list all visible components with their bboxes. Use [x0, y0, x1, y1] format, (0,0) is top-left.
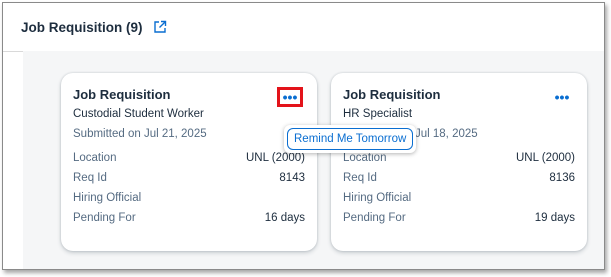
- field-row-pending-for: Pending For 19 days: [343, 212, 575, 228]
- card-subtitle: Custodial Student Worker: [73, 108, 204, 120]
- field-label: Req Id: [343, 172, 377, 184]
- requisition-card[interactable]: Job Requisition ••• HR Specialist Jul 18…: [331, 73, 587, 251]
- card-title: Job Requisition: [73, 87, 171, 102]
- field-label: Hiring Official: [343, 192, 412, 204]
- external-link-icon[interactable]: [153, 20, 167, 34]
- field-row-req-id: Req Id 8136: [343, 172, 575, 188]
- widget-title: Job Requisition (9): [21, 19, 143, 35]
- field-value: UNL (2000): [245, 152, 305, 164]
- more-options-icon[interactable]: •••: [277, 87, 303, 107]
- field-value: 8143: [279, 172, 305, 184]
- field-label: Req Id: [73, 172, 107, 184]
- more-options-icon[interactable]: •••: [549, 87, 575, 107]
- card-subtitle: HR Specialist: [343, 108, 413, 120]
- remind-me-tomorrow-button[interactable]: Remind Me Tomorrow: [287, 128, 414, 150]
- field-value: UNL (2000): [515, 152, 575, 164]
- more-options-popover: Remind Me Tomorrow: [284, 125, 417, 153]
- cards-area: Job Requisition ••• Custodial Student Wo…: [23, 51, 604, 269]
- field-row-hiring-official: Hiring Official: [73, 192, 305, 208]
- field-label: Hiring Official: [73, 192, 142, 204]
- field-row-location: Location UNL (2000): [73, 152, 305, 168]
- field-value: 19 days: [534, 212, 575, 224]
- field-label: Location: [343, 152, 387, 164]
- field-label: Location: [73, 152, 117, 164]
- requisition-card[interactable]: Job Requisition ••• Custodial Student Wo…: [61, 73, 317, 251]
- field-row-location: Location UNL (2000): [343, 152, 575, 168]
- field-label: Pending For: [73, 212, 136, 224]
- field-label: Pending For: [343, 212, 406, 224]
- job-requisition-widget: Job Requisition (9) Job Requisition ••• …: [2, 2, 605, 270]
- card-submitted-date: Submitted on Jul 21, 2025: [73, 128, 207, 140]
- card-title: Job Requisition: [343, 87, 441, 102]
- field-row-pending-for: Pending For 16 days: [73, 212, 305, 228]
- widget-header: Job Requisition (9): [3, 3, 604, 52]
- field-value: 16 days: [264, 212, 305, 224]
- field-row-hiring-official: Hiring Official: [343, 192, 575, 208]
- card-submitted-date: Jul 18, 2025: [415, 128, 478, 140]
- field-row-req-id: Req Id 8143: [73, 172, 305, 188]
- field-value: 8136: [549, 172, 575, 184]
